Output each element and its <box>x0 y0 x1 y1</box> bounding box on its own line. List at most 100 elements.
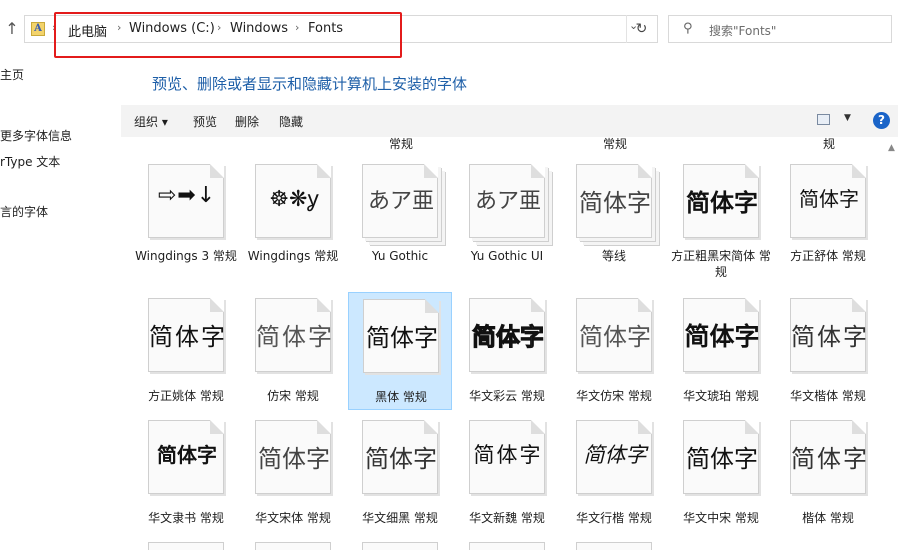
preview-button[interactable]: 预览 <box>193 113 217 130</box>
address-row: ↑ A › 此电脑 › Windows (C:) › Windows › Fon… <box>0 0 898 58</box>
font-preview-page: 简体字 <box>576 164 652 238</box>
font-name-label: 华文仿宋 常规 <box>576 389 652 403</box>
font-preview-page: 简体字 <box>683 420 759 494</box>
font-tile[interactable]: 简体字 华文宋体 常规 <box>241 414 345 532</box>
help-icon[interactable]: ? <box>873 112 890 129</box>
search-icon: ⚲ <box>683 21 693 36</box>
font-tile[interactable]: 简体字 华文新魏 常规 <box>455 414 559 532</box>
font-tile[interactable]: あア亜 Yu Gothic <box>348 158 452 290</box>
font-preview-glyph: 简体字 <box>473 443 543 467</box>
font-tile-partial[interactable] <box>362 542 438 550</box>
up-arrow-icon[interactable]: ↑ <box>4 19 20 39</box>
font-name-label: 楷体 常规 <box>802 511 854 525</box>
font-preview-page: 简体字 <box>148 420 224 494</box>
font-tile[interactable]: 简体字 方正粗黑宋简体 常规 <box>669 158 773 290</box>
font-tile[interactable]: 简体字 华文琥珀 常规 <box>669 292 773 410</box>
font-preview-page: ⇨➡↓ <box>148 164 224 238</box>
font-name-label: 华文隶书 常规 <box>148 511 224 525</box>
font-name-label: 华文彩云 常规 <box>469 389 545 403</box>
font-name-label: Wingdings 常规 <box>247 249 339 263</box>
font-preview-page: ☸❋ỿ <box>255 164 331 238</box>
font-tile-partial[interactable] <box>255 542 331 550</box>
font-tile[interactable]: 简体字 仿宋 常规 <box>241 292 345 410</box>
font-preview-page: 简体字 <box>790 420 869 494</box>
font-preview-glyph: ⇨➡↓ <box>157 183 217 208</box>
cut-off-label: 常规 <box>389 137 414 151</box>
font-tile[interactable]: ⇨➡↓ Wingdings 3 常规 <box>134 158 238 290</box>
font-preview-page: 简体字 <box>363 299 439 373</box>
font-preview-glyph: 简体字 <box>799 187 859 211</box>
font-name-label: 华文新魏 常规 <box>469 511 545 525</box>
font-preview-page: 简体字 <box>469 420 545 494</box>
font-tile[interactable]: 简体字 等线 <box>562 158 666 290</box>
font-name-label: 华文琥珀 常规 <box>683 389 759 403</box>
font-tile[interactable]: 简体字 华文仿宋 常规 <box>562 292 666 410</box>
font-name-label: 方正舒体 常规 <box>790 249 866 263</box>
breadcrumb-highlight-box <box>54 12 402 58</box>
font-preview-glyph: 简体字 <box>366 324 438 352</box>
font-preview-glyph: 简体字 <box>157 443 217 467</box>
font-tile[interactable]: 简体字 华文彩云 常规 <box>455 292 559 410</box>
font-preview-glyph: 简体字 <box>791 445 869 473</box>
refresh-icon[interactable]: ↻ <box>626 15 656 43</box>
font-name-label: Yu Gothic UI <box>470 249 544 263</box>
font-preview-glyph: 简体字 <box>686 445 758 473</box>
font-tile[interactable]: 简体字 华文细黑 常规 <box>348 414 452 532</box>
font-preview-page: 简体字 <box>683 298 760 372</box>
font-preview-glyph: 简体字 <box>579 189 651 217</box>
left-link-language-fonts[interactable]: 言的字体 <box>0 203 48 220</box>
font-preview-glyph: 简体字 <box>472 323 545 352</box>
font-name-label: 仿宋 常规 <box>267 389 319 403</box>
view-icon[interactable] <box>817 114 830 125</box>
left-link-home[interactable]: 主页 <box>0 66 24 83</box>
command-toolbar: 组织 ▾ 预览 删除 隐藏 ▼ ? <box>121 105 898 137</box>
view-dropdown-icon[interactable]: ▼ <box>844 113 851 123</box>
delete-button[interactable]: 删除 <box>235 113 259 130</box>
font-name-label: 华文行楷 常规 <box>576 511 652 525</box>
font-tile[interactable]: 简体字 华文楷体 常规 <box>776 292 880 410</box>
font-preview-glyph: 简体字 <box>686 189 758 217</box>
cut-off-label: 规 <box>823 137 836 151</box>
font-preview-glyph: 简体字 <box>365 445 437 473</box>
font-tile[interactable]: 简体字 方正舒体 常规 <box>776 158 880 290</box>
font-preview-page: 简体字 <box>576 420 652 494</box>
font-preview-glyph: あア亜 <box>367 189 434 214</box>
font-name-label: 等线 <box>601 249 626 263</box>
font-tile[interactable]: 简体字 楷体 常规 <box>776 414 880 532</box>
font-tile[interactable]: ☸❋ỿ Wingdings 常规 <box>241 158 345 290</box>
font-preview-page: 简体字 <box>148 298 227 372</box>
font-preview-page: 简体字 <box>576 298 652 372</box>
font-preview-page: 简体字 <box>362 420 438 494</box>
font-tile-selected[interactable]: 简体字 黑体 常规 <box>348 292 452 410</box>
font-tile[interactable]: あア亜 Yu Gothic UI <box>455 158 559 290</box>
font-tile-partial[interactable] <box>148 542 224 550</box>
font-preview-glyph: 简体字 <box>256 323 334 351</box>
font-preview-page: 简体字 <box>683 164 759 238</box>
font-name-label: 方正粗黑宋简体 常规 <box>671 249 771 279</box>
scroll-up-icon[interactable]: ▲ <box>888 143 895 153</box>
font-preview-glyph: 简体字 <box>791 323 869 351</box>
search-box[interactable]: ⚲ 搜索"Fonts" <box>668 15 892 43</box>
organize-button[interactable]: 组织 ▾ <box>134 113 168 130</box>
hide-button[interactable]: 隐藏 <box>279 113 303 130</box>
font-name-label: 华文细黑 常规 <box>362 511 438 525</box>
font-preview-page: 简体字 <box>469 298 545 372</box>
font-tile-partial[interactable] <box>469 542 545 550</box>
font-preview-glyph: あア亜 <box>474 189 541 214</box>
font-preview-page: あア亜 <box>469 164 545 238</box>
font-name-label: Yu Gothic <box>371 249 429 263</box>
font-tile[interactable]: 简体字 华文隶书 常规 <box>134 414 238 532</box>
left-link-more-font-info[interactable]: 更多字体信息 <box>0 127 72 144</box>
font-tile[interactable]: 简体字 方正姚体 常规 <box>134 292 238 410</box>
font-name-label: 华文楷体 常规 <box>790 389 866 403</box>
font-tile-partial[interactable] <box>576 542 652 550</box>
left-link-cleartype[interactable]: rType 文本 <box>0 153 60 170</box>
fonts-folder-icon: A <box>31 22 45 36</box>
font-preview-glyph: 简体字 <box>149 323 227 351</box>
font-preview-glyph: 简体字 <box>258 445 330 473</box>
font-tile[interactable]: 简体字 华文行楷 常规 <box>562 414 666 532</box>
font-tile[interactable]: 简体字 华文中宋 常规 <box>669 414 773 532</box>
font-preview-page: 简体字 <box>255 298 334 372</box>
font-name-label: 华文中宋 常规 <box>683 511 759 525</box>
font-preview-glyph: 简体字 <box>579 323 651 351</box>
